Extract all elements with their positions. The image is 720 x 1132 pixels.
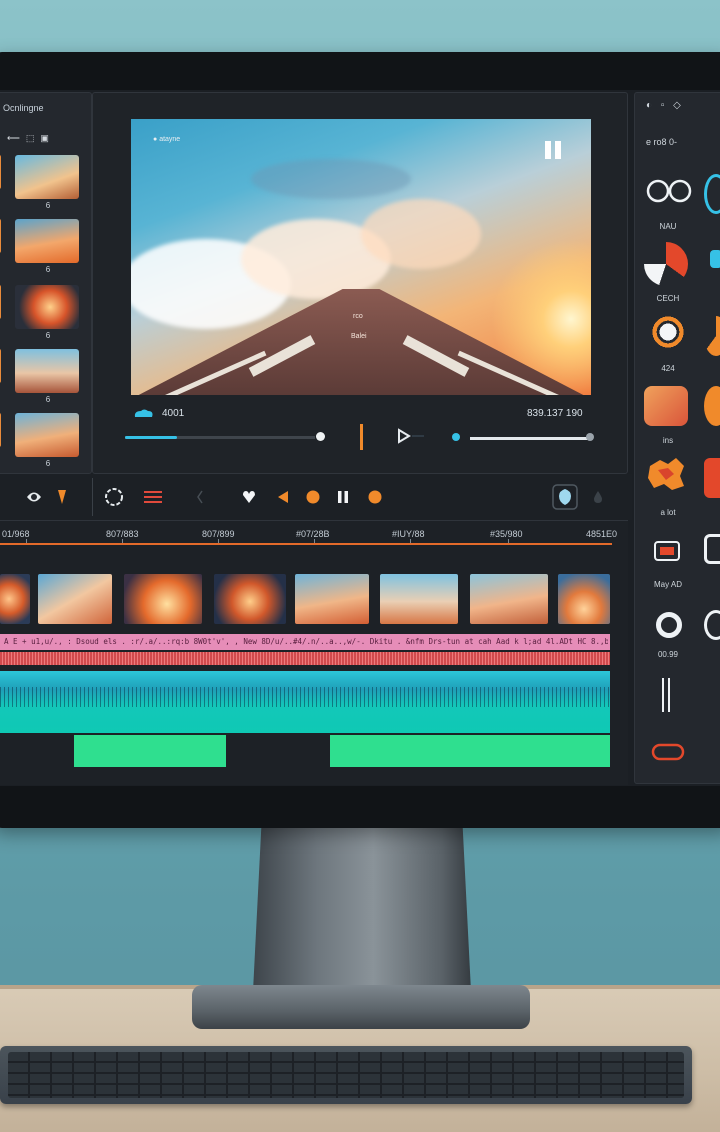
volume-handle[interactable] <box>586 433 594 441</box>
media-edge-marker <box>0 155 1 189</box>
rewind-icon[interactable] <box>274 474 292 520</box>
media-item-caption: 6 <box>45 459 51 468</box>
ruler-label: 807/899 <box>202 529 235 539</box>
media-item-caption: 6 <box>45 331 51 340</box>
music-clip[interactable] <box>330 735 610 767</box>
timeline[interactable]: 01/968 807/883 807/899 #07/28B #IUY/88 #… <box>0 520 628 785</box>
divider <box>92 478 93 516</box>
edge-effect-icon[interactable] <box>704 534 720 564</box>
separator-icon <box>194 474 206 520</box>
video-overlay-text: rco <box>353 313 363 320</box>
effect-label: ins <box>662 436 674 445</box>
drop-icon <box>592 474 604 520</box>
volume-slider[interactable] <box>470 437 592 440</box>
loop-icon[interactable] <box>102 474 126 520</box>
monitor-stand <box>252 820 472 1000</box>
caption-track-text: A E + u1,u/., : Dsoud els . :r/.a/..:rq:… <box>4 637 608 646</box>
video-badge: ● atayne <box>153 136 181 143</box>
screen: Ocnlingne ⟵⬚▣ 6 6 6 6 6 ● atayne rco Bal <box>0 90 720 786</box>
media-edge-marker <box>0 349 1 383</box>
panel-header: e ro8 0- <box>646 137 678 147</box>
split-icon <box>668 678 670 712</box>
media-toolbar-icons[interactable]: ⟵⬚▣ <box>7 133 55 144</box>
effect-label: 424 <box>661 364 675 373</box>
media-item-caption: 6 <box>45 201 51 210</box>
pause-icon[interactable] <box>334 474 352 520</box>
keyboard-keys <box>8 1052 684 1098</box>
timecode: 839.137 190 <box>527 408 583 419</box>
cloud <box>251 159 411 199</box>
effect-label: CECH <box>656 294 680 303</box>
play-icon[interactable] <box>396 428 426 444</box>
ruler-label: 807/883 <box>106 529 139 539</box>
media-item-thumbnail[interactable] <box>15 155 79 199</box>
infinity-icon[interactable] <box>646 176 692 206</box>
ruler-label: #IUY/88 <box>392 529 425 539</box>
transition-icon[interactable] <box>644 242 688 286</box>
puzzle-icon[interactable] <box>646 456 688 492</box>
media-item-thumbnail[interactable] <box>15 285 79 329</box>
media-item-thumbnail[interactable] <box>15 349 79 393</box>
record-dot-icon[interactable] <box>304 474 322 520</box>
shield-icon[interactable] <box>552 474 578 520</box>
favorite-icon[interactable] <box>240 474 258 520</box>
playhead-marker[interactable] <box>360 424 363 450</box>
record-icon[interactable] <box>22 474 46 520</box>
record-dot-icon[interactable] <box>366 474 384 520</box>
panel-toolbar-icons[interactable]: ◐ ▫ ◇ <box>646 100 684 111</box>
preview-readout: 4001 <box>162 408 185 419</box>
media-item-caption: 6 <box>45 265 51 274</box>
camera-icon[interactable] <box>652 536 682 564</box>
edge-effect-icon[interactable] <box>704 458 720 498</box>
effect-label: NAU <box>659 222 677 231</box>
pause-icon[interactable] <box>545 141 563 159</box>
scrub-progress <box>125 436 177 439</box>
keyboard <box>0 1046 692 1104</box>
music-clip[interactable] <box>74 735 226 767</box>
video-clip-thumbnail[interactable] <box>380 574 458 624</box>
media-panel: Ocnlingne ⟵⬚▣ 6 6 6 6 6 <box>0 92 92 474</box>
cloud-icon <box>134 409 153 417</box>
monitor-base <box>192 985 530 1029</box>
scrub-handle[interactable] <box>316 432 325 441</box>
video-preview[interactable]: ● atayne rco Balei <box>131 119 591 395</box>
filter-icon[interactable] <box>648 312 688 352</box>
video-clip-thumbnail[interactable] <box>558 574 610 624</box>
media-edge-marker <box>0 219 1 253</box>
ruler-label: #07/28B <box>296 529 330 539</box>
audio-waveform <box>0 687 610 707</box>
edge-effect-icon[interactable] <box>710 250 720 268</box>
ruler-label: #35/980 <box>490 529 523 539</box>
ruler-label: 4851E0 <box>586 529 618 539</box>
video-clip-thumbnail[interactable] <box>124 574 202 624</box>
media-edge-marker <box>0 285 1 319</box>
transport-bar <box>0 474 632 520</box>
video-clip-thumbnail[interactable] <box>214 574 286 624</box>
panel-title: Ocnlingne <box>3 103 44 113</box>
cloud <box>361 199 481 269</box>
sticker-icon[interactable] <box>644 386 688 426</box>
effect-label: 00.99 <box>657 650 679 659</box>
effect-label: a lot <box>660 508 676 517</box>
disc-icon[interactable] <box>656 612 682 638</box>
split-icon[interactable] <box>662 678 664 712</box>
ruler-label: 01/968 <box>2 529 30 539</box>
marker-icon[interactable] <box>54 474 70 520</box>
timeline-ruler[interactable] <box>0 543 612 545</box>
volume-icon[interactable] <box>452 433 460 441</box>
effect-label: May AD <box>653 580 682 589</box>
video-clip-thumbnail[interactable] <box>295 574 369 624</box>
video-clip-thumbnail[interactable] <box>38 574 112 624</box>
media-edge-marker <box>0 413 1 447</box>
video-overlay-text: Balei <box>351 333 367 340</box>
link-icon[interactable] <box>650 740 686 764</box>
audio-meter-icon[interactable] <box>142 474 164 520</box>
media-item-thumbnail[interactable] <box>15 219 79 263</box>
audio-track-red[interactable] <box>0 652 610 665</box>
video-clip-thumbnail[interactable] <box>0 574 30 624</box>
media-item-caption: 6 <box>45 395 51 404</box>
video-clip-thumbnail[interactable] <box>470 574 548 624</box>
media-item-thumbnail[interactable] <box>15 413 79 457</box>
